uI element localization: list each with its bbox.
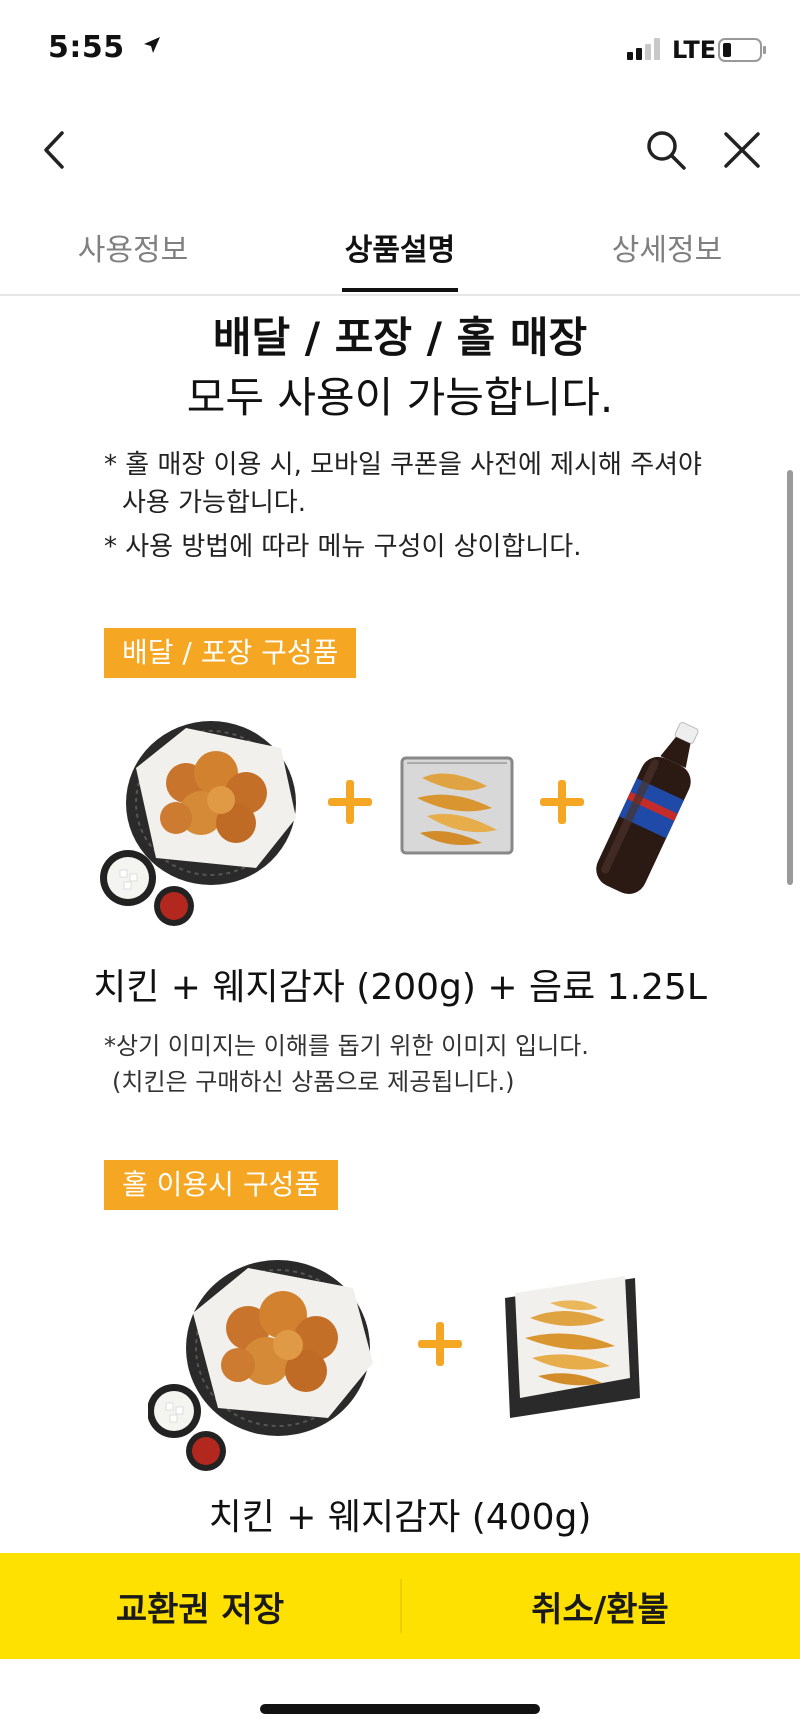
back-chevron-icon [44, 131, 64, 169]
tab-bar: 사용정보 상품설명 상세정보 [0, 200, 800, 296]
set-caption-delivery: 치킨 + 웨지감자 (200g) + 음료 1.25L [93, 967, 707, 1008]
save-voucher-button[interactable]: 교환권 저장 [0, 1553, 400, 1659]
section-badge-hall: 홀 이용시 구성품 [104, 1160, 339, 1210]
tab-product-description[interactable]: 상품설명 [266, 200, 534, 294]
cancel-refund-button[interactable]: 취소/환불 [400, 1553, 800, 1659]
usage-note: * 홀 매장 이용 시, 모바일 쿠폰을 사전에 제시해 주셔야 [104, 450, 702, 480]
top-nav [0, 100, 800, 200]
image-disclaimer: *상기 이미지는 이해를 돕기 위한 이미지 입니다. [104, 1032, 589, 1060]
home-indicator [260, 1704, 540, 1714]
soda-bottle-image [596, 722, 699, 894]
image-disclaimer-cont: (치킨은 구매하신 상품으로 제공됩니다.) [112, 1068, 515, 1096]
search-button[interactable] [636, 120, 696, 180]
active-tab-indicator [342, 288, 458, 292]
usage-note: * 사용 방법에 따라 메뉴 구성이 상이합니다. [104, 532, 582, 562]
set-caption-hall: 치킨 + 웨지감자 (400g) [208, 1497, 592, 1538]
status-time-text: 5:55 [48, 30, 125, 65]
close-icon [724, 132, 760, 168]
battery-icon [718, 38, 766, 62]
bottom-action-bar: 교환권 저장 취소/환불 [0, 1553, 800, 1659]
tab-details[interactable]: 상세정보 [534, 200, 800, 294]
back-button[interactable] [24, 120, 84, 180]
chicken-basket-image [100, 721, 296, 926]
status-bar: 5:55 LTE [0, 0, 800, 100]
product-description-content: 배달 / 포장 / 홀 매장 모두 사용이 가능합니다. * 홀 매장 이용 시… [0, 298, 800, 1553]
tab-usage-info[interactable]: 사용정보 [0, 200, 266, 294]
network-label: LTE [672, 36, 717, 64]
headline-line2: 모두 사용이 가능합니다. [186, 373, 614, 422]
wedge-potato-image [400, 756, 514, 855]
section-badge-delivery: 배달 / 포장 구성품 [104, 628, 357, 678]
scrollbar[interactable] [787, 470, 793, 885]
wedge-potato-basket-image [505, 1276, 640, 1418]
close-button[interactable] [712, 120, 772, 180]
status-time: 5:55 [48, 30, 162, 65]
chicken-basket-image [148, 1260, 373, 1471]
usage-note-cont: 사용 가능합니다. [122, 488, 306, 518]
headline-line1: 배달 / 포장 / 홀 매장 [212, 313, 588, 362]
search-icon [647, 131, 686, 170]
signal-icon [627, 38, 667, 60]
plus-icon [328, 780, 372, 824]
location-arrow-icon [143, 37, 160, 53]
plus-icon [418, 1322, 462, 1366]
